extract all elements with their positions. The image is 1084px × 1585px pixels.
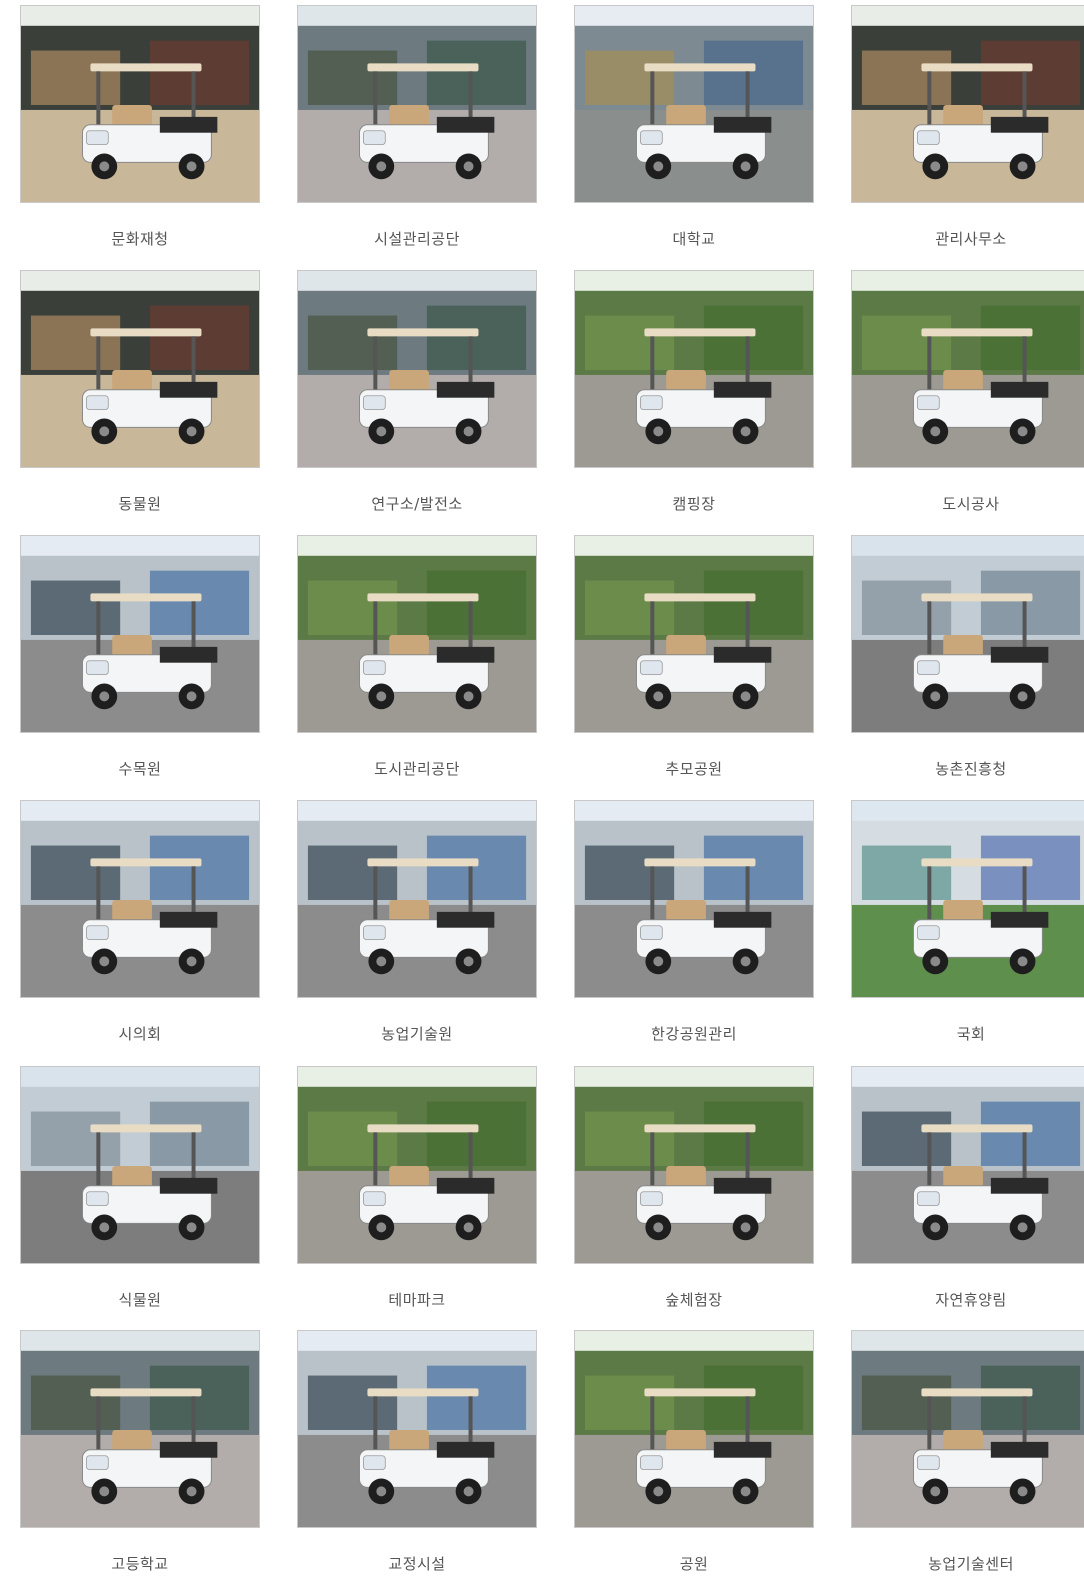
photo-caption: 공원 xyxy=(679,1555,709,1573)
golf-cart-photo xyxy=(574,535,814,733)
photo-caption: 고등학교 xyxy=(111,1555,169,1573)
golf-cart-photo xyxy=(574,800,814,998)
golf-cart-photo xyxy=(20,1330,260,1528)
golf-cart-photo xyxy=(20,5,260,203)
golf-cart-photo xyxy=(20,800,260,998)
photo-caption: 시설관리공단 xyxy=(374,230,460,248)
golf-cart-photo xyxy=(851,1330,1084,1528)
golf-cart-photo xyxy=(297,5,537,203)
photo-caption: 농업기술센터 xyxy=(928,1555,1014,1573)
golf-cart-photo xyxy=(297,800,537,998)
golf-cart-photo xyxy=(297,1330,537,1528)
golf-cart-photo xyxy=(20,535,260,733)
golf-cart-photo xyxy=(851,535,1084,733)
photo-caption: 연구소/발전소 xyxy=(371,495,463,513)
golf-cart-photo xyxy=(297,535,537,733)
photo-caption: 자연휴양림 xyxy=(935,1291,1007,1309)
golf-cart-photo xyxy=(574,1066,814,1264)
golf-cart-photo xyxy=(297,1066,537,1264)
golf-cart-photo xyxy=(20,270,260,468)
golf-cart-photo xyxy=(851,270,1084,468)
photo-caption: 국회 xyxy=(956,1025,986,1043)
photo-caption: 시의회 xyxy=(118,1025,162,1043)
photo-caption: 식물원 xyxy=(118,1291,162,1309)
photo-caption: 한강공원관리 xyxy=(651,1025,737,1043)
photo-caption: 관리사무소 xyxy=(935,230,1007,248)
photo-caption: 캠핑장 xyxy=(672,495,716,513)
golf-cart-photo xyxy=(851,1066,1084,1264)
photo-caption: 수목원 xyxy=(118,760,162,778)
photo-caption: 대학교 xyxy=(672,230,716,248)
photo-caption: 도시관리공단 xyxy=(374,760,460,778)
photo-caption: 동물원 xyxy=(118,495,162,513)
vehicle-gallery: 문화재청 시설관리공단 대학교 관리사무소 동물원 연구소/발전소 캠핑장 도시… xyxy=(0,0,1084,1585)
golf-cart-photo xyxy=(851,5,1084,203)
photo-caption: 교정시설 xyxy=(388,1555,446,1573)
golf-cart-photo xyxy=(851,800,1084,998)
golf-cart-photo xyxy=(20,1066,260,1264)
photo-caption: 숲체험장 xyxy=(665,1291,723,1309)
photo-caption: 테마파크 xyxy=(388,1291,446,1309)
photo-caption: 농업기술원 xyxy=(381,1025,453,1043)
golf-cart-photo xyxy=(574,1330,814,1528)
photo-caption: 농촌진흥청 xyxy=(935,760,1007,778)
photo-caption: 도시공사 xyxy=(942,495,1000,513)
photo-caption: 문화재청 xyxy=(111,230,169,248)
golf-cart-photo xyxy=(574,5,814,203)
golf-cart-photo xyxy=(574,270,814,468)
photo-caption: 추모공원 xyxy=(665,760,723,778)
golf-cart-photo xyxy=(297,270,537,468)
